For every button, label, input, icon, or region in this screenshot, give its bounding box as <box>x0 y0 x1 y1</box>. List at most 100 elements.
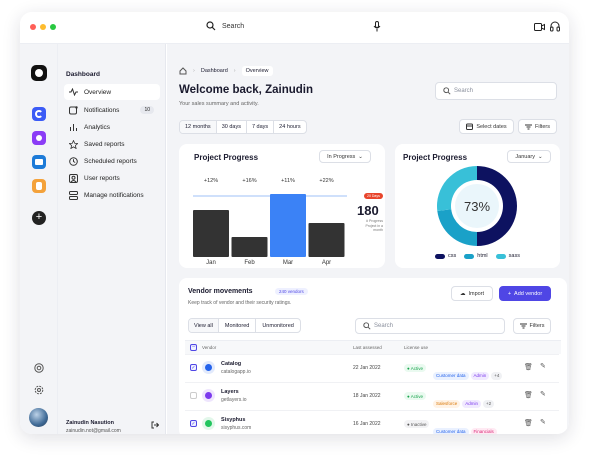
license-tag: Customer data <box>433 427 469 434</box>
card-title: Project Progress <box>194 153 259 162</box>
global-search[interactable]: Search <box>206 21 244 31</box>
import-button[interactable]: ☁ Import <box>451 286 493 301</box>
breadcrumb-item-current: Overview <box>241 66 273 76</box>
sidebar-item-notifications[interactable]: Notifications 10 <box>64 102 160 118</box>
sidebar-item-user-reports[interactable]: User reports <box>64 170 160 186</box>
edit-icon[interactable]: ✎ <box>540 418 546 426</box>
last-assessed: 16 Jan 2022 <box>353 421 381 427</box>
chart-icon <box>70 123 77 131</box>
vendor-tabs: View all Monitored Unmonitored <box>188 318 301 333</box>
breadcrumb-item[interactable]: Dashboard <box>201 68 228 74</box>
sidebar-item-analytics[interactable]: Analytics <box>64 119 160 135</box>
microphone-icon[interactable] <box>373 21 381 32</box>
vendor-name: Catalog <box>221 361 242 367</box>
headphones-icon[interactable] <box>550 21 560 32</box>
workspace-icon[interactable] <box>32 131 46 145</box>
status-badge: ● Active <box>404 364 426 372</box>
legend-item-sass: sass <box>495 253 520 259</box>
month-dropdown-value: January <box>515 153 535 160</box>
avatar[interactable] <box>29 408 48 427</box>
workspace-icon[interactable] <box>32 107 46 121</box>
row-checkbox[interactable]: ✓ <box>190 420 197 427</box>
user-email: zainudin.not@gmail.com <box>66 428 121 434</box>
bar-feb[interactable] <box>231 237 268 257</box>
vendor-search-placeholder: Search <box>374 323 394 329</box>
sidebar-item-saved-reports[interactable]: Saved reports <box>64 136 160 152</box>
maximize-window-button[interactable] <box>50 24 56 30</box>
video-icon[interactable] <box>534 23 545 31</box>
sidebar-item-scheduled-reports[interactable]: Scheduled reports <box>64 153 160 169</box>
column-header-license-use[interactable]: License use <box>404 345 428 350</box>
edit-icon[interactable]: ✎ <box>540 362 546 370</box>
close-window-button[interactable] <box>30 24 36 30</box>
sidebar-item-label: Scheduled reports <box>84 157 137 165</box>
sidebar-item-manage-notifications[interactable]: Manage notifications <box>64 187 160 203</box>
minimize-window-button[interactable] <box>40 24 46 30</box>
legend-label: css <box>448 253 457 259</box>
add-workspace-button[interactable]: + <box>32 211 46 225</box>
select-all-checkbox[interactable]: − <box>190 344 197 351</box>
status-dropdown[interactable]: In Progress ⌄ <box>319 150 371 163</box>
settings-icon[interactable] <box>34 385 44 395</box>
range-7-days[interactable]: 7 days <box>247 121 275 133</box>
add-vendor-label: Add vendor <box>514 290 543 297</box>
search-input[interactable]: Search <box>435 82 557 100</box>
vendor-site: getlayers.io <box>221 397 247 403</box>
bar-jan[interactable] <box>193 210 229 257</box>
license-tag: Financials <box>470 427 497 434</box>
vendor-site: catalogapp.io <box>221 369 251 375</box>
bar-apr[interactable] <box>308 223 345 257</box>
vendor-logo <box>202 361 215 374</box>
home-icon[interactable] <box>179 67 187 75</box>
help-icon[interactable] <box>34 363 44 373</box>
logout-icon[interactable] <box>151 421 159 429</box>
vendor-movements-card: Vendor movements 240 vendors Keep track … <box>179 278 567 434</box>
trash-icon[interactable]: 🗑 <box>524 419 533 427</box>
sidebar-item-label: Saved reports <box>84 140 125 148</box>
add-vendor-button[interactable]: + Add vendor <box>499 286 551 301</box>
vendor-search-input[interactable]: Search <box>355 318 505 334</box>
workspace-icon[interactable] <box>32 155 46 169</box>
sidebar-item-label: Overview <box>84 88 112 96</box>
row-checkbox[interactable] <box>190 392 197 399</box>
column-header-last-assessed[interactable]: Last assessed <box>353 345 382 350</box>
license-tag: +4 <box>491 371 503 380</box>
table-row[interactable]: ✓ Sisyphus sisyphus.com 16 Jan 2022 ● In… <box>185 410 559 434</box>
status-badge: ● Active <box>404 392 426 400</box>
tab-view-all[interactable]: View all <box>189 319 219 332</box>
bar-mar[interactable] <box>270 194 306 257</box>
table-row[interactable]: Layers getlayers.io 18 Jan 2022 ● Active… <box>185 382 559 409</box>
license-tags: Salesforce Admin +2 <box>433 392 496 410</box>
app-logo <box>31 65 47 81</box>
tick-label: Feb <box>244 260 255 266</box>
workspace-icon[interactable] <box>32 179 46 193</box>
trash-icon[interactable]: 🗑 <box>524 363 533 371</box>
page-title: Welcome back, Zainudin <box>179 84 313 96</box>
chevron-down-icon: ⌄ <box>537 153 543 160</box>
vendor-filters-button[interactable]: Filters <box>513 318 551 334</box>
column-header-vendor[interactable]: Vendor <box>202 345 216 350</box>
vendor-logo <box>202 389 215 402</box>
sidebar-section-title: Dashboard <box>66 71 100 78</box>
vendor-table: − Vendor Last assessed License use ✓ Cat… <box>185 340 561 434</box>
calendar-icon <box>466 123 474 130</box>
row-checkbox[interactable]: ✓ <box>190 364 197 371</box>
search-icon <box>363 322 371 330</box>
sidebar-item-overview[interactable]: Overview <box>64 84 160 100</box>
app-window: Search + Dashboard Overview Notification… <box>20 12 569 434</box>
legend-swatch <box>435 253 446 259</box>
trash-icon[interactable]: 🗑 <box>524 391 533 399</box>
table-row[interactable]: ✓ Catalog catalogapp.io 22 Jan 2022 ● Ac… <box>185 354 559 381</box>
legend-label: sass <box>508 253 520 259</box>
range-30-days[interactable]: 30 days <box>217 121 247 133</box>
global-search-label: Search <box>222 22 245 30</box>
tick-label: Mar <box>283 260 293 266</box>
license-tag: Salesforce <box>433 399 461 408</box>
range-12-months[interactable]: 12 months <box>180 121 217 133</box>
tab-monitored[interactable]: Monitored <box>219 319 257 332</box>
select-dates-button[interactable]: Select dates <box>459 119 514 134</box>
edit-icon[interactable]: ✎ <box>540 390 546 398</box>
filters-button[interactable]: Filters <box>518 119 557 134</box>
tab-unmonitored[interactable]: Unmonitored <box>256 319 300 332</box>
range-24-hours[interactable]: 24 hours <box>274 121 305 133</box>
